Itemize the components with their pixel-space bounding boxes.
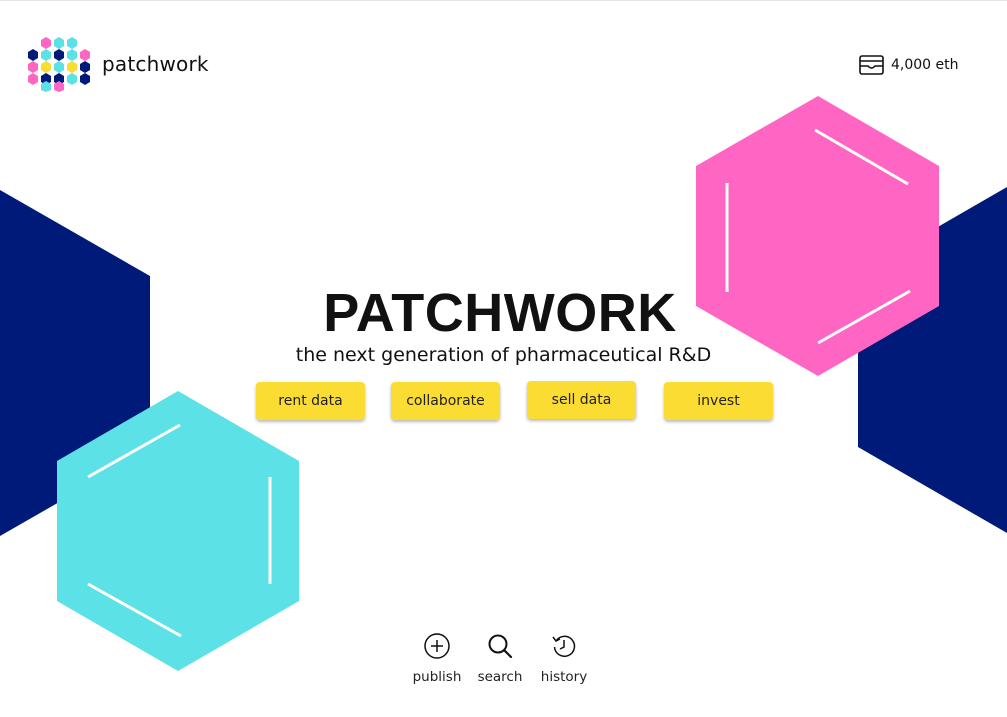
- hero-title: PATCHWORK: [323, 283, 677, 343]
- nav-search[interactable]: search: [465, 632, 535, 685]
- nav-publish[interactable]: publish: [402, 632, 472, 685]
- nav-history[interactable]: history: [529, 632, 599, 685]
- wallet-icon: [859, 55, 884, 75]
- history-icon: [552, 635, 576, 658]
- nav-search-label: search: [477, 669, 523, 685]
- rent-data-button[interactable]: rent data: [256, 382, 365, 420]
- patchwork-logo-icon: [28, 37, 90, 92]
- search-icon: [488, 634, 513, 659]
- invest-button[interactable]: invest: [664, 382, 773, 420]
- nav-history-label: history: [540, 669, 588, 685]
- collaborate-button[interactable]: collaborate: [391, 382, 500, 420]
- brand-logo[interactable]: patchwork: [26, 36, 209, 92]
- hero-subtitle: the next generation of pharmaceutical R&…: [295, 344, 712, 366]
- plus-circle-icon: [424, 633, 450, 659]
- wallet-amount: 4,000 eth: [891, 57, 959, 73]
- wallet-balance[interactable]: 4,000 eth: [859, 55, 959, 75]
- sell-data-button[interactable]: sell data: [527, 381, 636, 419]
- nav-publish-label: publish: [412, 669, 462, 685]
- brand-name: patchwork: [102, 52, 209, 76]
